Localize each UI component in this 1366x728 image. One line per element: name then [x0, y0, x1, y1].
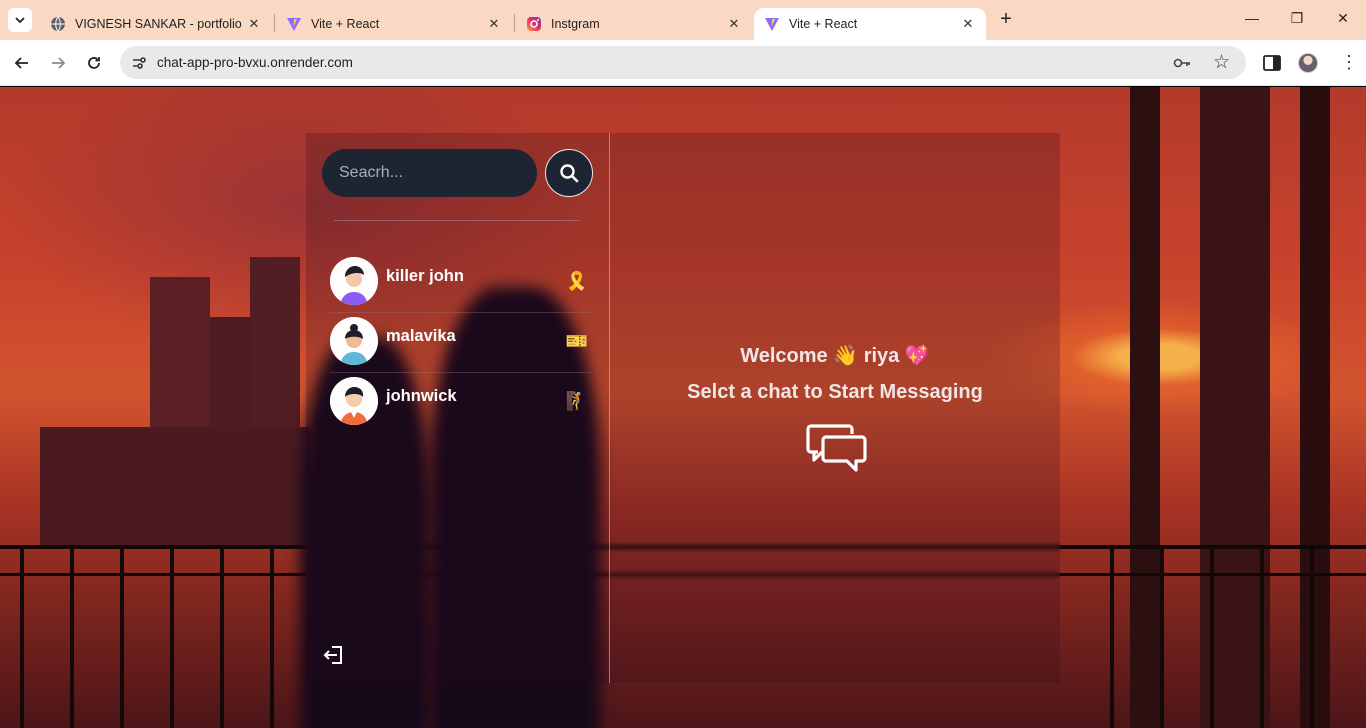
rail-post — [270, 547, 274, 728]
instagram-icon — [527, 17, 541, 31]
globe-icon — [51, 16, 65, 32]
tab-title: Vite + React — [789, 17, 858, 31]
conversation-emoji: 🎗️ — [565, 271, 588, 291]
tab-vite-react-active[interactable]: Vite + React ✕ — [754, 8, 986, 40]
rail-post — [20, 547, 24, 728]
tab-close-icon[interactable]: ✕ — [726, 16, 742, 32]
tab-title: Vite + React — [311, 17, 380, 31]
bookmark-star-icon[interactable]: ☆ — [1213, 51, 1230, 74]
rail-post — [1310, 547, 1314, 728]
site-info-icon[interactable] — [130, 54, 148, 72]
tab-strip: VIGNESH SANKAR - portfolio ✕ Vite + Reac… — [0, 0, 1366, 40]
arrow-right-icon — [52, 57, 66, 69]
background-pillar — [1130, 87, 1160, 728]
select-chat-prompt: Selct a chat to Start Messaging — [687, 381, 983, 403]
welcome-username: riya — [863, 345, 900, 367]
tab-portfolio[interactable]: VIGNESH SANKAR - portfolio ✕ — [40, 8, 272, 40]
browser-toolbar: chat-app-pro-bvxu.onrender.com ☆ ⋮ — [0, 40, 1366, 86]
search-icon — [560, 164, 579, 183]
key-icon[interactable] — [1172, 53, 1192, 73]
rail-post — [1210, 547, 1214, 728]
conversation-emoji: 🎫 — [565, 331, 588, 351]
search-input[interactable] — [322, 149, 537, 197]
tab-search-button[interactable] — [8, 8, 32, 32]
tab-separator — [274, 14, 275, 32]
logout-icon — [323, 646, 342, 664]
tab-title: VIGNESH SANKAR - portfolio — [75, 17, 242, 31]
heart-emoji: 💖 — [904, 345, 930, 367]
rail-post — [220, 547, 224, 728]
tab-separator — [514, 14, 515, 32]
tab-instagram[interactable]: Instgram ✕ — [516, 8, 752, 40]
rail-post — [1110, 547, 1114, 728]
arrow-left-icon — [14, 57, 28, 69]
background-pillar — [1300, 87, 1330, 728]
forward-button[interactable] — [46, 51, 70, 75]
url-text[interactable]: chat-app-pro-bvxu.onrender.com — [157, 55, 353, 70]
vite-icon — [765, 18, 779, 31]
welcome-message: Welcome 👋 riya 💖 — [610, 343, 1060, 368]
new-tab-button[interactable]: + — [994, 9, 1018, 31]
tab-vite-react-1[interactable]: Vite + React ✕ — [276, 8, 512, 40]
sidebar: killer john 🎗️ malavika 🎫 — [306, 133, 609, 683]
welcome-prefix: Welcome — [740, 345, 828, 367]
tab-close-icon[interactable]: ✕ — [960, 16, 976, 32]
menu-kebab-icon[interactable]: ⋮ — [1340, 52, 1358, 72]
chevron-down-icon — [15, 17, 25, 24]
conversation-name: killer john — [386, 267, 464, 285]
conversation-name: malavika — [386, 327, 456, 345]
chat-bubbles-icon — [806, 424, 867, 472]
back-button[interactable] — [10, 51, 34, 75]
rail-post — [120, 547, 124, 728]
profile-avatar[interactable] — [1298, 53, 1318, 73]
side-panel-icon[interactable] — [1261, 52, 1283, 74]
avatar — [330, 257, 378, 305]
conversation-emoji: 🧗 — [565, 391, 588, 411]
avatar — [330, 317, 378, 365]
user-avatar-illustration — [330, 377, 378, 425]
user-avatar-illustration — [330, 317, 378, 365]
wave-emoji: 👋 — [833, 345, 859, 367]
user-avatar-illustration — [330, 257, 378, 305]
rail-post — [70, 547, 74, 728]
chat-container: killer john 🎗️ malavika 🎫 — [306, 133, 1060, 683]
logout-button[interactable] — [322, 643, 346, 667]
search-button[interactable] — [545, 149, 593, 197]
conversation-item[interactable]: malavika 🎫 — [330, 313, 592, 373]
no-chat-selected: Welcome 👋 riya 💖 Selct a chat to Start M… — [610, 133, 1060, 683]
rail-post — [1260, 547, 1264, 728]
tab-close-icon[interactable]: ✕ — [486, 16, 502, 32]
reload-button[interactable] — [82, 51, 106, 75]
conversation-item[interactable]: johnwick 🧗 — [330, 373, 592, 429]
rail-post — [170, 547, 174, 728]
reload-icon — [88, 57, 100, 69]
vite-icon — [287, 18, 301, 31]
avatar — [330, 377, 378, 425]
rail-post — [1160, 547, 1164, 728]
chat-app-page: killer john 🎗️ malavika 🎫 — [0, 87, 1366, 728]
restore-icon[interactable]: ❐ — [1287, 10, 1307, 27]
conversation-name: johnwick — [386, 387, 457, 405]
conversation-item[interactable]: killer john 🎗️ — [330, 253, 592, 313]
close-window-icon[interactable]: ✕ — [1333, 10, 1353, 27]
sidebar-divider — [334, 220, 580, 221]
tab-close-icon[interactable]: ✕ — [246, 16, 262, 32]
minimize-icon[interactable]: — — [1242, 10, 1262, 26]
address-bar[interactable]: chat-app-pro-bvxu.onrender.com ☆ — [120, 46, 1246, 79]
background-city — [40, 427, 310, 547]
tab-title: Instgram — [551, 17, 600, 31]
